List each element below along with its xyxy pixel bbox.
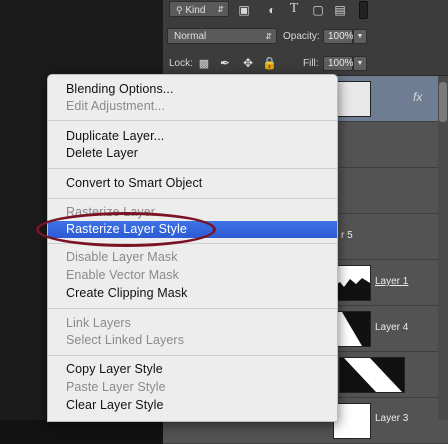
- menu-item-rasterize-layer: Rasterize Layer: [66, 205, 156, 219]
- menu-separator: [48, 308, 337, 309]
- filter-kind-label: Kind: [185, 5, 206, 16]
- blend-mode-select[interactable]: Normal ⇵: [167, 28, 277, 44]
- image-filter-icon[interactable]: ▣: [237, 3, 251, 17]
- lock-all-icon[interactable]: 🔒: [262, 56, 277, 70]
- menu-item-select-linked-layers: Select Linked Layers: [66, 333, 185, 347]
- layer-thumbnail: [339, 357, 405, 393]
- menu-item-copy-layer-style[interactable]: Copy Layer Style: [48, 361, 337, 378]
- menu-separator: [48, 243, 337, 244]
- layer-thumbnail-art: [334, 312, 370, 346]
- select-arrows-icon: ⇵: [217, 5, 224, 14]
- layer-thumbnail: [333, 403, 371, 439]
- layer-name: Layer 4: [375, 322, 409, 333]
- menu-item-blending-options[interactable]: Blending Options...: [48, 81, 337, 98]
- opacity-dropdown-icon[interactable]: ▼: [353, 29, 367, 44]
- layer-thumbnail: [333, 265, 371, 301]
- layers-scrollbar-thumb[interactable]: [439, 82, 447, 122]
- menu-separator: [48, 355, 337, 356]
- menu-item-rasterize-layer-style[interactable]: Rasterize Layer Style: [48, 221, 337, 238]
- layer-name: Layer 3: [375, 413, 409, 424]
- shape-filter-icon[interactable]: ▢: [311, 3, 325, 17]
- menu-separator: [48, 120, 337, 121]
- menu-separator: [48, 168, 337, 169]
- menu-item-duplicate-layer[interactable]: Duplicate Layer...: [48, 128, 337, 145]
- menu-item-delete-layer[interactable]: Delete Layer: [48, 145, 337, 162]
- blend-mode-value: Normal: [174, 31, 207, 42]
- menu-item-link-layers: Link Layers: [66, 316, 132, 330]
- search-icon: ⚲: [176, 5, 183, 15]
- layer-context-menu: Blending Options... Edit Adjustment... D…: [47, 74, 338, 422]
- layers-panel-toolbar: ⚲ Kind ⇵ ▣ ◐ T ▢ ▤ Normal ⇵ Opacity: 100…: [163, 0, 448, 76]
- type-filter-icon[interactable]: T: [287, 2, 301, 16]
- lock-label: Lock:: [169, 58, 193, 69]
- lock-transparent-pixels-icon[interactable]: ▩: [197, 57, 211, 71]
- filter-toggle-switch[interactable]: [359, 1, 368, 19]
- fx-icon[interactable]: fx: [413, 90, 422, 104]
- adjustment-filter-icon[interactable]: ◐: [265, 3, 279, 17]
- layer-name: Layer 1: [375, 276, 409, 287]
- layer-thumbnail-art: [334, 266, 370, 300]
- menu-item-paste-layer-style: Paste Layer Style: [66, 380, 166, 394]
- lock-image-pixels-icon[interactable]: ✒: [218, 56, 232, 70]
- menu-item-enable-vector-mask: Enable Vector Mask: [66, 268, 179, 282]
- layers-scrollbar[interactable]: [438, 76, 448, 420]
- opacity-label: Opacity:: [283, 31, 320, 42]
- menu-item-clear-layer-style[interactable]: Clear Layer Style: [48, 397, 337, 414]
- fill-dropdown-icon[interactable]: ▼: [353, 56, 367, 71]
- select-arrows-icon: ⇵: [265, 32, 272, 41]
- fill-label: Fill:: [303, 58, 319, 69]
- menu-item-convert-to-smart-object[interactable]: Convert to Smart Object: [48, 175, 337, 192]
- filter-kind-select[interactable]: ⚲ Kind ⇵: [169, 1, 229, 17]
- fill-input[interactable]: 100%: [323, 56, 354, 71]
- layer-thumbnail-art: [340, 358, 404, 392]
- menu-item-edit-adjustment: Edit Adjustment...: [66, 99, 166, 113]
- menu-separator: [48, 198, 337, 199]
- smart-object-filter-icon[interactable]: ▤: [333, 3, 347, 17]
- layer-thumbnail: [333, 311, 371, 347]
- lock-position-icon[interactable]: ✥: [241, 56, 255, 70]
- layer-thumbnail: [333, 81, 371, 117]
- opacity-input[interactable]: 100%: [323, 29, 354, 44]
- menu-item-disable-layer-mask: Disable Layer Mask: [66, 250, 178, 264]
- layer-name: r 5: [341, 230, 353, 241]
- menu-item-create-clipping-mask[interactable]: Create Clipping Mask: [48, 285, 337, 302]
